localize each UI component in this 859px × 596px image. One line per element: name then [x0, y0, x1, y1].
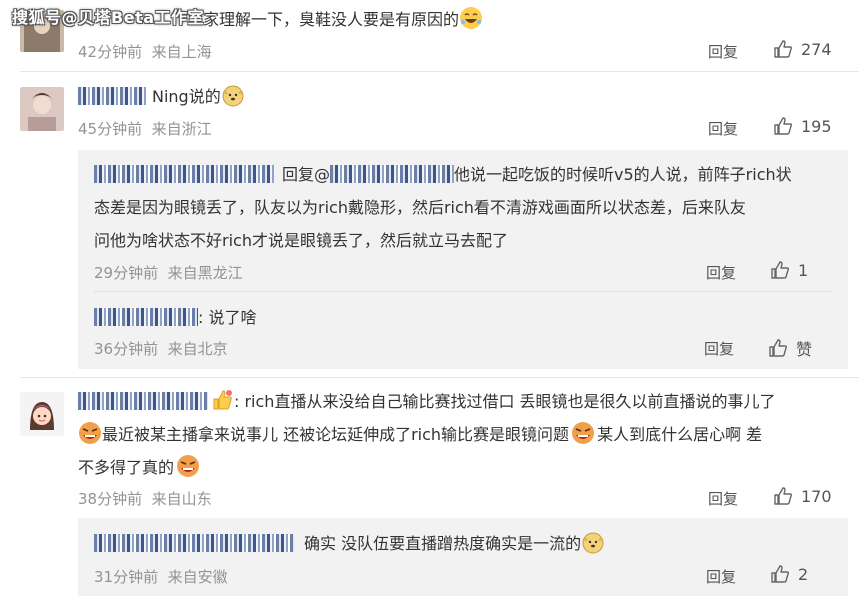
- like-button[interactable]: 274: [773, 39, 832, 59]
- comment-location: 来自上海: [151, 43, 212, 61]
- reply-button[interactable]: 回复: [708, 41, 738, 62]
- comment-time: 38分钟前: [78, 490, 143, 508]
- like-count: 195: [801, 116, 832, 136]
- sub-reply-text: 回复@ 他说一起吃饭的时候听v5的人说，前阵子rich状: [94, 158, 792, 191]
- mention-redacted[interactable]: [330, 165, 455, 183]
- sub-replies-panel: 确实 没队伍要直播蹭热度确实是一流的 31分钟前 来自安徽 回复 2: [78, 518, 848, 596]
- like-button[interactable]: 195: [773, 116, 832, 136]
- watermark-text: 搜狐号@贝塔Beta工作室: [12, 8, 204, 27]
- comment-text: 最近被某主播拿来说事儿 还被论坛延伸成了rich输比赛是眼镜问题 某人到底什么居心…: [78, 418, 762, 451]
- comment-time: 29分钟前: [94, 264, 159, 282]
- username-redacted[interactable]: [94, 308, 198, 326]
- comment-body: Ning说的: [152, 87, 221, 106]
- divider: [94, 291, 832, 292]
- reply-button[interactable]: 回复: [708, 488, 738, 509]
- comment-time: 42分钟前: [78, 43, 143, 61]
- username-redacted[interactable]: [78, 392, 208, 410]
- reply-to-label: 回复@: [282, 165, 331, 184]
- divider: [20, 71, 859, 72]
- username-redacted[interactable]: [94, 534, 294, 552]
- angry-face-emoji-icon: [177, 455, 200, 477]
- comment-location: 来自黑龙江: [167, 264, 243, 282]
- comment-meta: 36分钟前 来自北京: [94, 338, 228, 359]
- comment-location: 来自北京: [167, 340, 228, 358]
- divider: [20, 377, 859, 378]
- angry-face-emoji-icon: [79, 422, 101, 444]
- username-redacted[interactable]: [94, 165, 274, 183]
- doge-emoji-icon: [222, 85, 244, 107]
- thumbs-up-icon: [771, 261, 790, 279]
- comment-location: 来自浙江: [151, 120, 212, 138]
- laughing-emoji-icon: [460, 7, 483, 29]
- comment-time: 45分钟前: [78, 120, 143, 138]
- sub-reply-text: : 说了啥: [94, 301, 256, 334]
- sub-reply-text: 问他为啥状态不好rich才说是眼镜丢了，然后就立马去配了: [94, 231, 508, 250]
- comment-text: : rich直播从来没给自己输比赛找过借口 丢眼镜也是很久以前直播说的事儿了: [78, 385, 776, 418]
- comment-text: Ning说的: [78, 80, 245, 113]
- reply-button[interactable]: 回复: [706, 262, 736, 283]
- thumbs-up-icon: [771, 565, 790, 583]
- thumbs-up-emoji-icon: [213, 390, 232, 410]
- sub-reply-text: 态差是因为眼镜丢了，队友以为rich戴隐形，然后rich看不清游戏画面所以状态差…: [94, 198, 746, 217]
- sub-replies-panel: 回复@ 他说一起吃饭的时候听v5的人说，前阵子rich状 态差是因为眼镜丢了，队友…: [78, 150, 848, 369]
- username-redacted[interactable]: [78, 87, 148, 105]
- comment-meta: 31分钟前 来自安徽: [94, 566, 228, 587]
- comment-time: 31分钟前: [94, 568, 159, 586]
- avatar[interactable]: [20, 87, 64, 131]
- like-button[interactable]: 赞: [768, 336, 812, 360]
- comment-text: 不多得了真的: [78, 451, 200, 484]
- like-count: 170: [801, 486, 832, 506]
- comment-location: 来自山东: [151, 490, 212, 508]
- reply-button[interactable]: 回复: [704, 338, 734, 359]
- like-button[interactable]: 2: [770, 564, 808, 584]
- thumbs-up-icon: [774, 117, 793, 135]
- like-count: 1: [798, 260, 809, 280]
- sub-reply-text: 确实 没队伍要直播蹭热度确实是一流的: [94, 527, 605, 560]
- like-count: 2: [798, 564, 809, 584]
- thumbs-up-icon: [769, 339, 788, 357]
- comment-text: 家理解一下，臭鞋没人要是有原因的: [203, 3, 483, 36]
- comment-meta: 38分钟前 来自山东: [78, 488, 212, 509]
- like-label: 赞: [796, 340, 813, 359]
- doge-emoji-icon: [582, 532, 604, 554]
- comment-time: 36分钟前: [94, 340, 159, 358]
- thumbs-up-icon: [774, 487, 793, 505]
- comment-meta: 29分钟前 来自黑龙江: [94, 262, 243, 283]
- comment-meta: 42分钟前 来自上海: [78, 41, 212, 62]
- thumbs-up-icon: [774, 40, 793, 58]
- like-button[interactable]: 170: [773, 486, 832, 506]
- avatar[interactable]: [20, 392, 64, 436]
- angry-face-emoji-icon: [572, 422, 595, 444]
- like-count: 274: [801, 39, 832, 59]
- comment-meta: 45分钟前 来自浙江: [78, 118, 212, 139]
- reply-button[interactable]: 回复: [706, 566, 736, 587]
- reply-button[interactable]: 回复: [708, 118, 738, 139]
- like-button[interactable]: 1: [770, 260, 808, 280]
- comment-location: 来自安徽: [167, 568, 228, 586]
